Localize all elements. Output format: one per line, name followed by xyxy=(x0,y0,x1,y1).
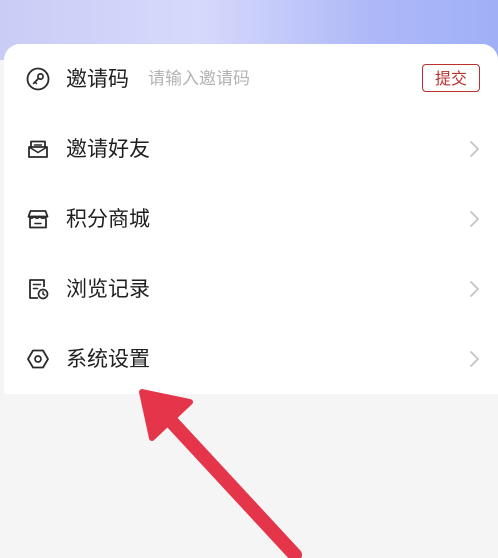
menu-item-invite-friends[interactable]: 邀请好友 xyxy=(4,114,498,184)
chevron-right-icon xyxy=(470,211,479,227)
menu-item-label: 浏览记录 xyxy=(66,277,150,301)
invite-code-label: 邀请码 xyxy=(66,67,129,91)
invite-code-input[interactable] xyxy=(148,64,388,94)
key-icon xyxy=(26,67,50,91)
menu-item-points-mall[interactable]: 积分商城 xyxy=(4,184,498,254)
menu-item-label: 邀请好友 xyxy=(66,137,150,161)
menu-item-label: 系统设置 xyxy=(66,347,150,371)
invite-code-row: 邀请码 提交 xyxy=(4,44,498,114)
store-icon xyxy=(27,210,49,229)
submit-button[interactable]: 提交 xyxy=(422,64,480,92)
menu-item-browse-history[interactable]: 浏览记录 xyxy=(4,254,498,324)
menu-item-label: 积分商城 xyxy=(66,207,150,231)
settings-icon xyxy=(27,349,49,369)
chevron-right-icon xyxy=(470,351,479,367)
chevron-right-icon xyxy=(470,281,479,297)
history-icon xyxy=(29,279,49,300)
chevron-right-icon xyxy=(470,141,479,157)
mail-icon xyxy=(28,140,48,158)
menu-card: 邀请码 提交 邀请好友 积分商城 xyxy=(4,44,498,394)
menu-item-system-settings[interactable]: 系统设置 xyxy=(4,324,498,394)
